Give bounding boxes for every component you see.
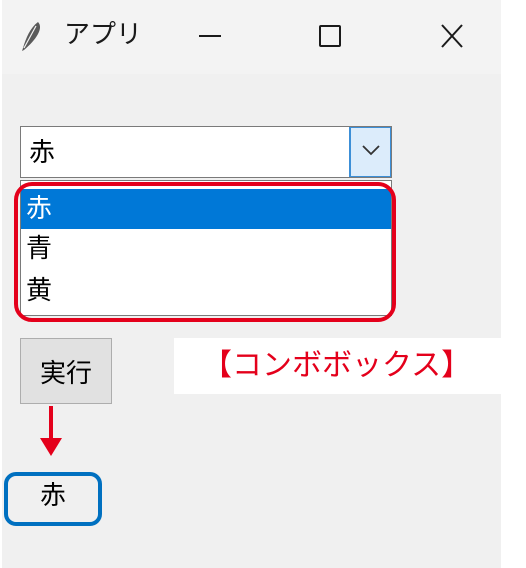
result-highlight-frame bbox=[4, 472, 102, 526]
chevron-down-icon bbox=[362, 145, 380, 156]
maximize-button[interactable] bbox=[300, 14, 360, 58]
close-button[interactable] bbox=[422, 14, 482, 58]
title-bar[interactable]: アプリ bbox=[2, 0, 501, 74]
close-icon bbox=[441, 24, 463, 48]
annotation-caption: 【コンボボックス】 bbox=[202, 348, 472, 383]
run-button[interactable]: 実行 bbox=[20, 338, 112, 404]
window-title: アプリ bbox=[64, 20, 143, 50]
minimize-icon bbox=[199, 35, 221, 37]
minimize-button[interactable] bbox=[180, 14, 240, 58]
dropdown-highlight-frame bbox=[14, 182, 396, 322]
arrow-down-icon bbox=[36, 404, 66, 460]
dropdown-button[interactable] bbox=[349, 127, 391, 177]
annotation-box: 【コンボボックス】 bbox=[174, 338, 503, 394]
app-window: アプリ 赤 赤 青 黄 実行 【コンボボックス】 赤 bbox=[2, 0, 503, 568]
combobox-value: 赤 bbox=[29, 138, 56, 168]
color-combobox[interactable]: 赤 bbox=[20, 126, 392, 178]
maximize-icon bbox=[319, 25, 341, 47]
feather-icon bbox=[18, 20, 44, 52]
